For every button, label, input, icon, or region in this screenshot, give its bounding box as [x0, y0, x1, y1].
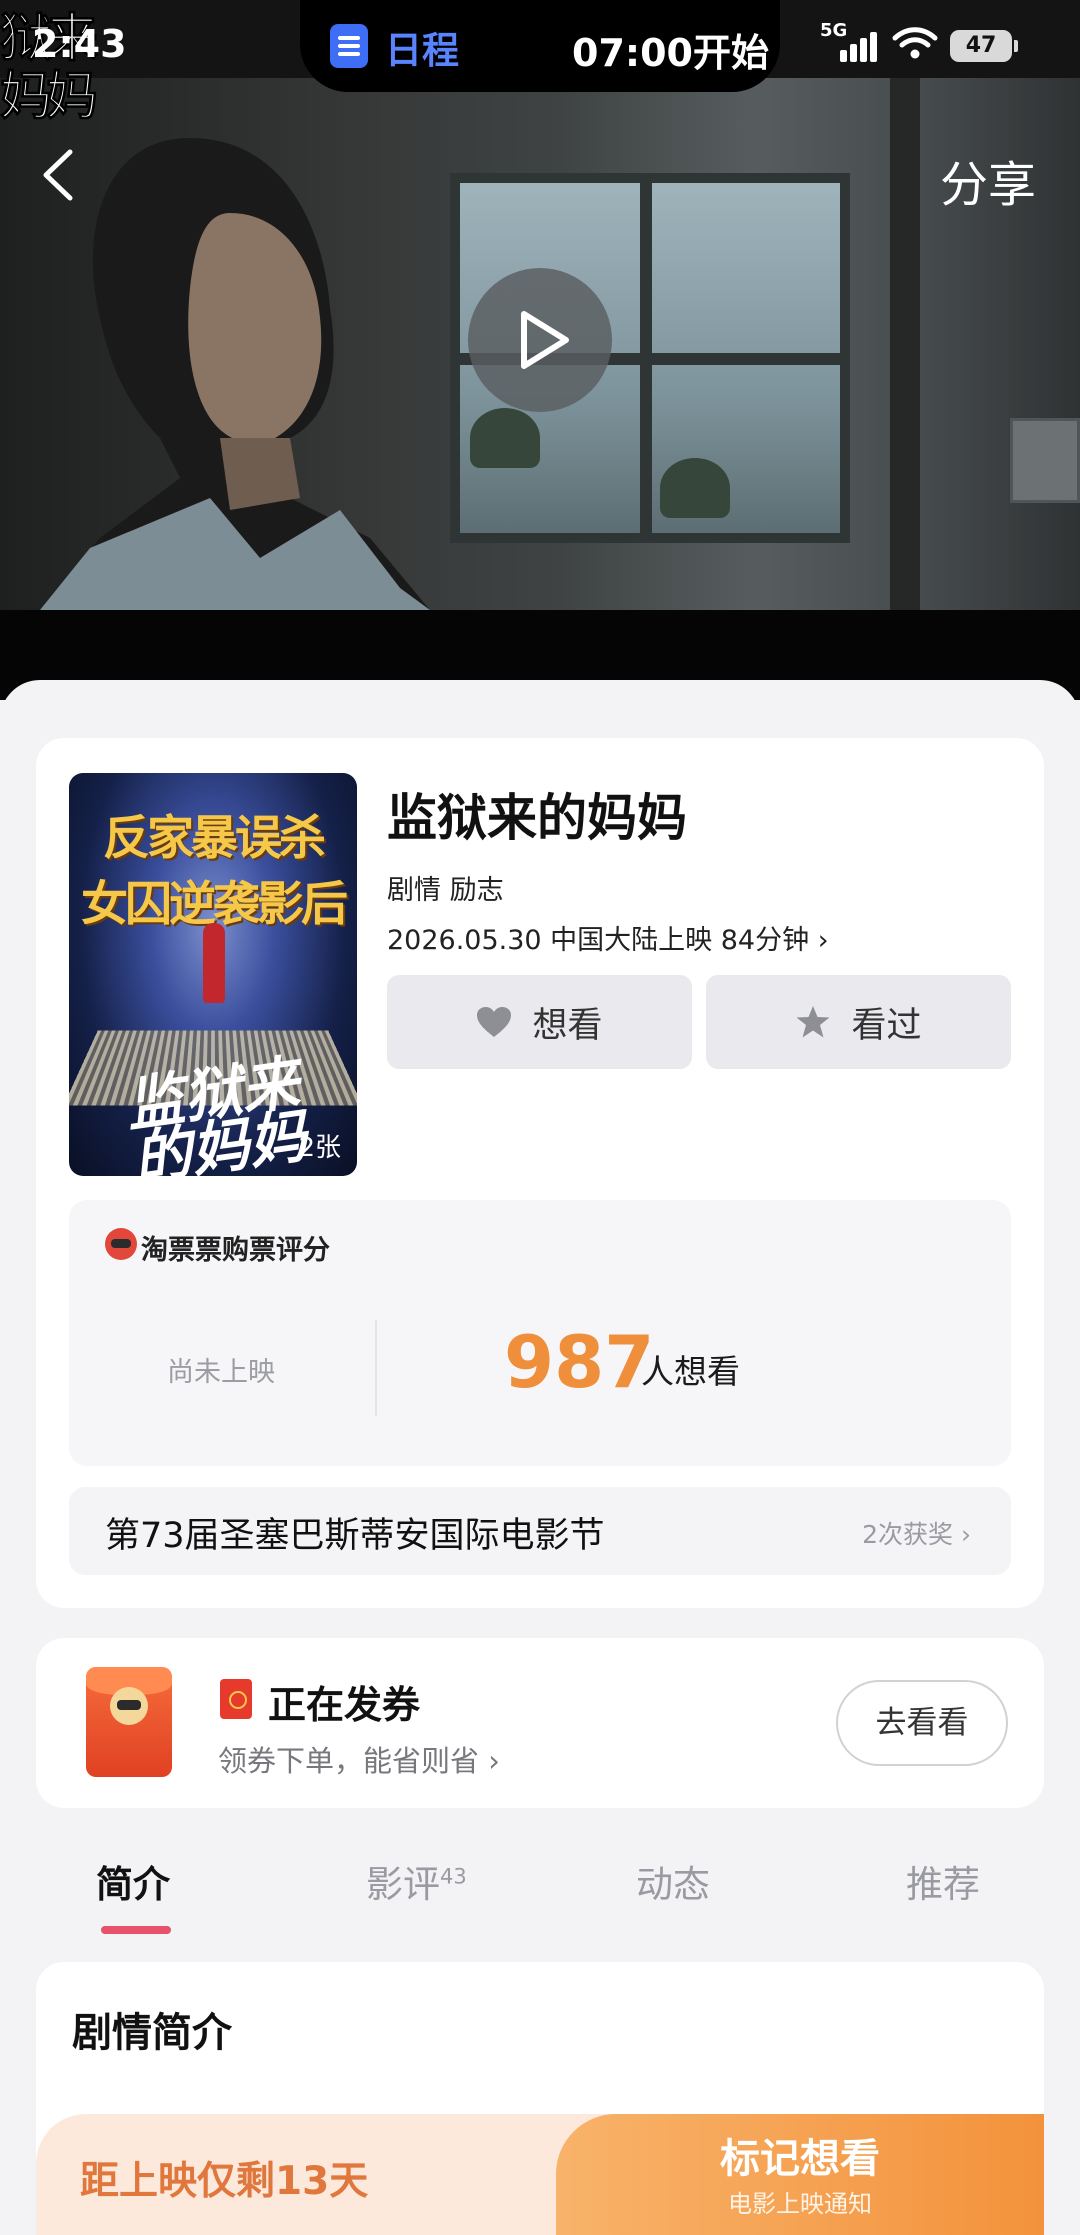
poster-image-count: 2张 — [298, 1133, 341, 1163]
star-icon — [796, 1006, 830, 1038]
signal-icon — [870, 32, 877, 62]
coupon-subtitle[interactable]: 领券下单，能省则省 › — [218, 1738, 500, 1780]
rating-panel: 淘票票购票评分 尚未上映 987 人想看 — [69, 1200, 1011, 1466]
poster-tagline: 反家暴误杀 — [103, 811, 326, 866]
watched-label: 看过 — [851, 1005, 922, 1046]
tab-updates[interactable]: 动态 — [636, 1854, 710, 1908]
rating-status: 尚未上映 — [167, 1357, 275, 1388]
movie-release-info[interactable]: 2026.05.30 中国大陆上映 84分钟 › — [387, 918, 829, 957]
signal-icon — [850, 44, 857, 62]
release-countdown: 距上映仅剩13天 — [80, 2159, 369, 2204]
network-label: 5G — [820, 20, 848, 41]
mark-want-label: 标记想看 — [720, 2136, 880, 2182]
tab-intro[interactable]: 简介 — [96, 1854, 170, 1908]
rating-title: 淘票票购票评分 — [141, 1235, 330, 1266]
lucky-envelope-icon — [220, 1679, 252, 1719]
award-wins: 2次获奖 › — [862, 1520, 971, 1549]
heart-icon — [477, 1007, 512, 1037]
coupon-title: 正在发券 — [268, 1683, 421, 1727]
award-row[interactable]: 第73届圣塞巴斯蒂安国际电影节 2次获奖 › — [69, 1487, 1011, 1575]
mark-want-sublabel: 电影上映通知 — [728, 2190, 872, 2218]
poster-figure — [203, 923, 225, 1003]
synopsis-title: 剧情简介 — [72, 2010, 232, 2056]
tab-reviews[interactable]: 影评43 — [366, 1854, 467, 1908]
play-icon — [521, 311, 569, 369]
share-button[interactable]: 分享 — [940, 145, 1036, 215]
rating-divider — [375, 1320, 377, 1416]
scene-person — [40, 138, 430, 610]
chevron-right-icon: › — [953, 1520, 971, 1549]
scene-plant — [470, 408, 540, 468]
island-event-time: 07:00开始 — [572, 31, 769, 75]
view-coupon-button[interactable]: 去看看 — [836, 1680, 1008, 1766]
battery-icon: 47 — [950, 30, 1018, 62]
back-chevron-icon[interactable] — [30, 140, 90, 210]
scene-plant — [660, 458, 730, 518]
tab-recommend[interactable]: 推荐 — [906, 1854, 980, 1908]
bottom-action-bar: 距上映仅剩13天 标记想看 电影上映通知 — [36, 2114, 1044, 2235]
movie-poster[interactable]: 反家暴误杀 女囚逆袭影后 监狱来的妈妈 2张 — [69, 773, 357, 1176]
festival-name: 第73届圣塞巴斯蒂安国际电影节 — [105, 1516, 605, 1556]
island-app-label: 日程 — [385, 29, 459, 72]
calendar-icon — [330, 24, 368, 68]
chevron-right-icon: › — [479, 1744, 500, 1778]
chevron-right-icon: › — [817, 925, 829, 956]
want-count-unit: 人想看 — [641, 1352, 740, 1391]
video-player[interactable]: 狱来妈妈 2:43 日程 07:00开始 5G 47 分享 — [0, 0, 1080, 700]
release-text: 2026.05.30 中国大陆上映 84分钟 — [387, 925, 810, 956]
movie-title: 监狱来的妈妈 — [387, 789, 687, 847]
want-count: 987 — [504, 1320, 655, 1404]
coupon-red-envelope-icon — [86, 1667, 172, 1777]
scene-pillar — [890, 78, 920, 610]
movie-genres: 剧情 励志 — [387, 875, 504, 906]
signal-icon — [840, 50, 847, 62]
watched-button[interactable]: 看过 — [706, 975, 1011, 1069]
signal-icon — [860, 38, 867, 62]
want-label: 想看 — [532, 1005, 603, 1046]
taopiaopiao-logo-icon — [105, 1228, 137, 1260]
active-tab-indicator — [101, 1926, 171, 1934]
play-button[interactable] — [468, 268, 612, 412]
mark-want-button[interactable]: 标记想看 电影上映通知 — [556, 2114, 1044, 2235]
review-count-badge: 43 — [440, 1864, 467, 1889]
status-time: 2:43 — [32, 22, 127, 66]
want-to-watch-button[interactable]: 想看 — [387, 975, 692, 1069]
wifi-icon — [892, 27, 938, 59]
scene-wall-box — [1010, 418, 1080, 503]
status-indicators: 5G 47 — [820, 18, 1060, 68]
